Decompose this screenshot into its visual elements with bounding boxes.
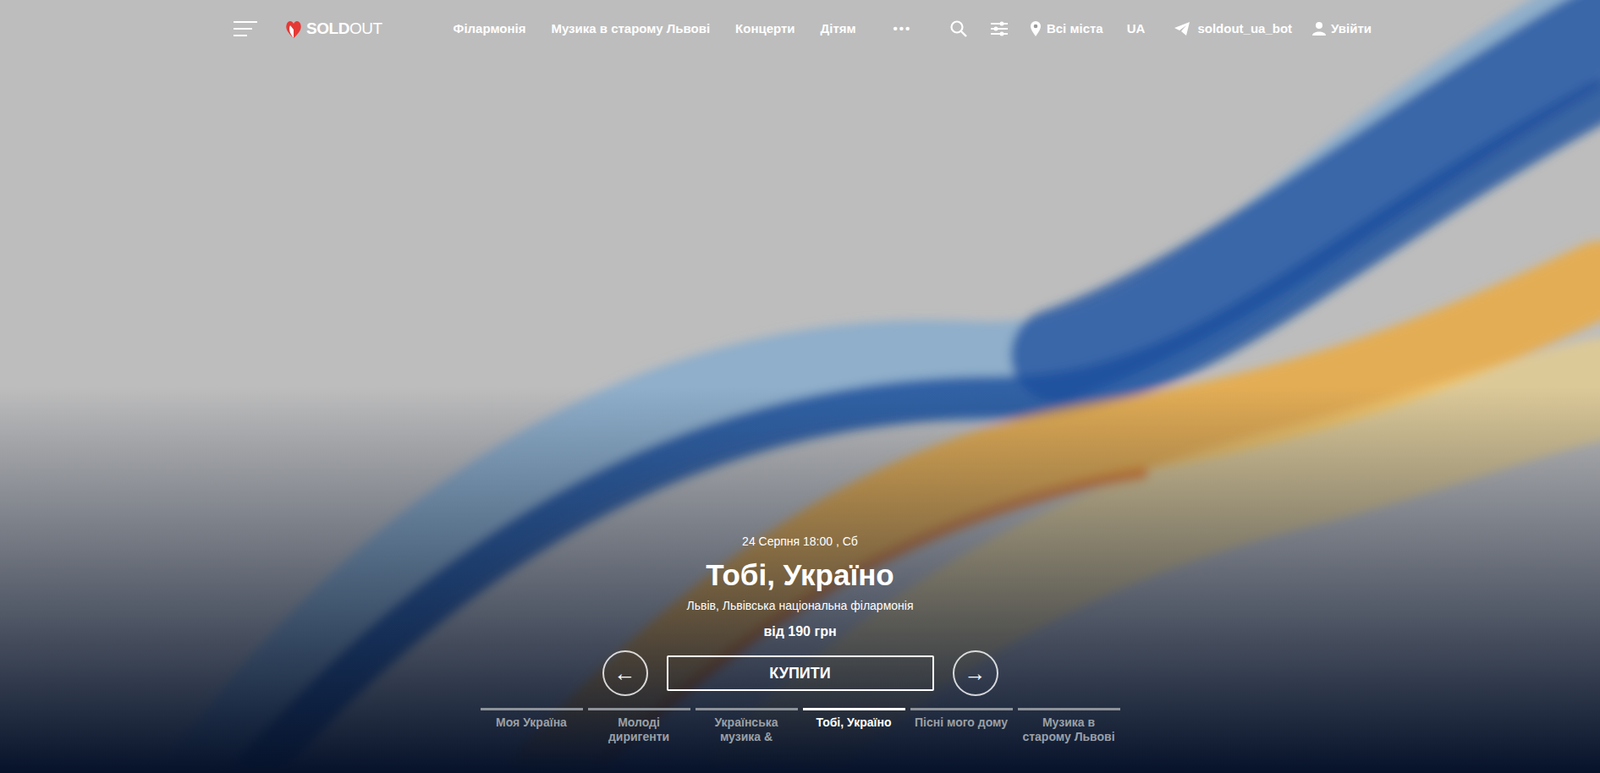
slide-tab-bar	[802, 708, 906, 711]
logo-bold: SOLD	[306, 19, 350, 38]
nav-left: SOLDOUT	[231, 16, 383, 42]
slide-tab[interactable]: Пісні мого дому	[910, 708, 1013, 745]
menu-icon[interactable]	[231, 17, 259, 40]
nav-link[interactable]: Музика в старому Львові	[550, 19, 710, 39]
search-icon[interactable]	[948, 18, 969, 39]
city-selector[interactable]: Всі міста	[1029, 19, 1104, 39]
event-venue: Львів, Львівська національна філармонія	[687, 598, 914, 614]
logo-light: OUT	[349, 19, 383, 38]
slide-tab[interactable]: Музика в старому Львові	[1017, 708, 1121, 745]
login-button[interactable]: Увійти	[1312, 19, 1372, 39]
nav-link[interactable]: Концерти	[735, 19, 795, 39]
city-label: Всі міста	[1046, 19, 1104, 39]
slide-tab-label: Українська музика &	[695, 715, 798, 745]
logo-text: SOLDOUT	[306, 16, 383, 42]
slide-tab[interactable]: Молоді диригенти	[588, 708, 691, 745]
slide-tab-bar	[480, 708, 583, 711]
nav-link[interactable]: Філармонія	[453, 19, 527, 39]
telegram-label: soldout_ua_bot	[1197, 19, 1293, 39]
slide-tab-bar	[695, 708, 798, 711]
event-title: Тобі, Україно	[705, 557, 895, 594]
location-pin-icon	[1029, 20, 1042, 38]
login-label: Увійти	[1330, 19, 1372, 39]
hero-controls: ← КУПИТИ →	[602, 650, 999, 697]
user-icon	[1312, 21, 1326, 37]
slide-tab-bar	[588, 708, 691, 711]
slide-tab-label: Тобі, Україно	[813, 715, 893, 731]
event-date: 24 Серпня 18:00 , Сб	[742, 533, 858, 550]
logo-heart-icon	[284, 17, 303, 40]
nav-link[interactable]: Дітям	[820, 19, 857, 39]
more-button[interactable]: •••	[893, 19, 913, 39]
buy-button[interactable]: КУПИТИ	[666, 655, 935, 692]
hero-info: 24 Серпня 18:00 , Сб Тобі, Україно Львів, …	[0, 533, 1600, 773]
slide-tab[interactable]: Моя Україна	[480, 708, 583, 745]
filter-icon[interactable]	[989, 18, 1010, 39]
slide-tab-label: Музика в старому Львові	[1017, 715, 1121, 745]
logo[interactable]: SOLDOUT	[284, 16, 383, 42]
slide-tabs: Моя Україна Молоді диригентиУкраїнська му…	[480, 708, 1121, 745]
language-switch[interactable]: UA	[1127, 19, 1146, 39]
nav-links: Філармонія Музика в старому Львові Концерт…	[453, 19, 913, 39]
telegram-icon	[1173, 21, 1191, 37]
slide-tab[interactable]: Українська музика &	[695, 708, 798, 745]
next-button[interactable]: →	[952, 650, 999, 697]
slide-tab-bar	[910, 708, 1013, 711]
slide-tab-label: Пісні мого дому	[912, 715, 1010, 731]
slide-tab-label: Молоді диригенти	[588, 715, 691, 745]
top-nav: SOLDOUT Філармонія Музика в старому Львові…	[0, 0, 1600, 58]
slide-tab-label: Моя Україна	[494, 715, 569, 731]
slide-tab-bar	[1017, 708, 1121, 711]
slide-tab[interactable]: Тобі, Україно	[802, 708, 906, 745]
nav-right: Всі міста UA soldout_ua_bot Увійти	[948, 18, 1372, 39]
event-price: від 190 грн	[763, 623, 836, 641]
prev-button[interactable]: ←	[602, 650, 649, 697]
telegram-bot-link[interactable]: soldout_ua_bot	[1173, 19, 1293, 39]
